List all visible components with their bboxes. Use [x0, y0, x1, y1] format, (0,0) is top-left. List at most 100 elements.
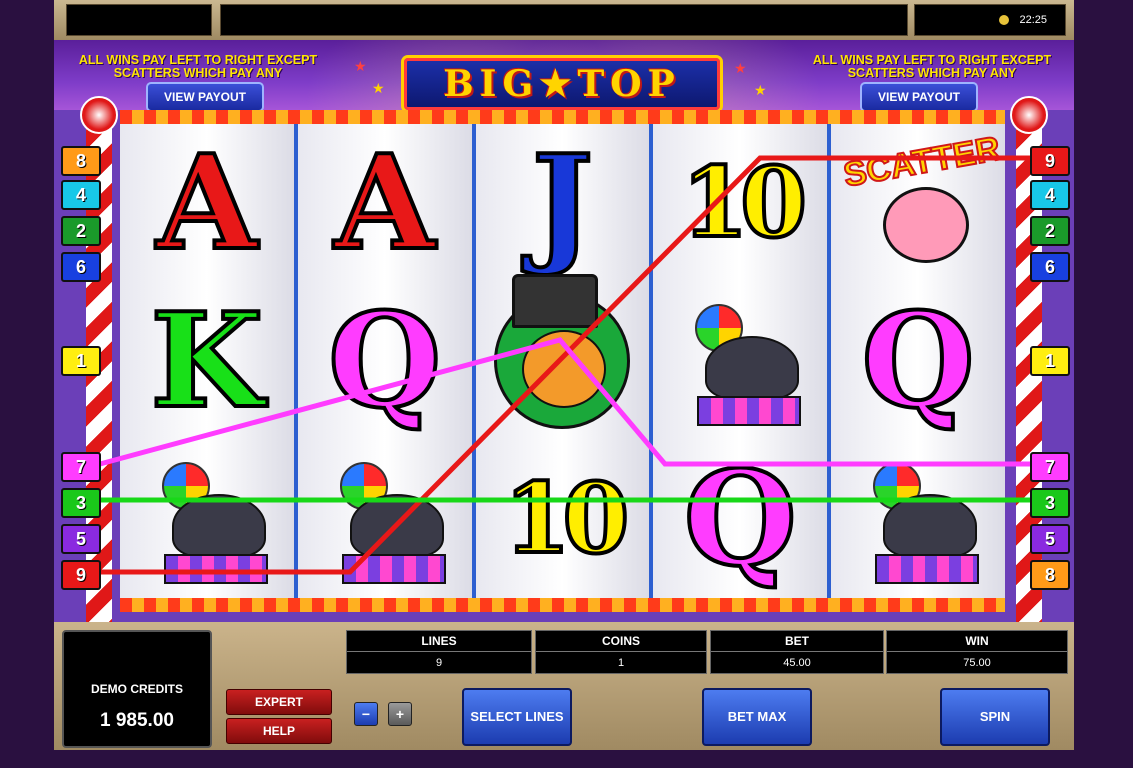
- win-display: WIN 75.00: [886, 630, 1068, 674]
- seal-body: [171, 494, 266, 558]
- line-badge-right-1[interactable]: 1: [1030, 346, 1070, 376]
- game-header: ALL WINS PAY LEFT TO RIGHT EXCEPT SCATTE…: [54, 40, 1074, 110]
- awning-top: [120, 110, 1005, 124]
- coins-label: COINS: [536, 631, 706, 652]
- line-badge-left-7[interactable]: 7: [61, 452, 101, 482]
- spin-button[interactable]: SPIN: [940, 688, 1050, 746]
- pedestal: [163, 554, 268, 584]
- rule-text-left: ALL WINS PAY LEFT TO RIGHT EXCEPT SCATTE…: [78, 53, 318, 80]
- line-badge-left-3[interactable]: 3: [61, 488, 101, 518]
- expert-button[interactable]: EXPERT: [226, 689, 332, 715]
- seal-symbol: [142, 454, 272, 584]
- seal-symbol: [675, 296, 805, 426]
- card-symbol-a: A: [332, 126, 437, 279]
- coins-display: COINS 1: [535, 630, 707, 674]
- star-icon: ★: [734, 60, 747, 76]
- card-symbol-q: Q: [326, 284, 443, 437]
- reel-cell: [831, 440, 1005, 598]
- view-payout-button-left[interactable]: VIEW PAYOUT: [146, 82, 264, 110]
- reel-cell: J: [476, 124, 650, 282]
- card-symbol-q: Q: [682, 442, 799, 595]
- line-badge-left-4[interactable]: 4: [61, 180, 101, 210]
- pedestal: [697, 396, 802, 426]
- help-button[interactable]: HELP: [226, 718, 332, 744]
- reel-cell: [120, 440, 294, 598]
- credits-label: DEMO CREDITS: [90, 682, 183, 696]
- bet-label: BET: [711, 631, 883, 652]
- view-payout-button-right[interactable]: VIEW PAYOUT: [860, 82, 978, 110]
- lines-decrease-button[interactable]: −: [354, 702, 378, 726]
- line-badge-left-1[interactable]: 1: [61, 346, 101, 376]
- line-badge-right-4[interactable]: 4: [1030, 180, 1070, 210]
- reel-1: AK: [120, 124, 294, 598]
- credits-value: 1 985.00: [100, 710, 174, 731]
- reel-cell: SCATTER: [831, 124, 1005, 282]
- star-icon: ★: [754, 82, 767, 98]
- pole-top-right: [1010, 96, 1048, 134]
- line-badge-left-5[interactable]: 5: [61, 524, 101, 554]
- top-hat: [512, 274, 599, 328]
- seal-body: [349, 494, 444, 558]
- win-label: WIN: [887, 631, 1067, 652]
- tiger-face: [522, 330, 607, 408]
- reel-cell: 10: [476, 440, 650, 598]
- line-badge-left-8[interactable]: 8: [61, 146, 101, 176]
- reel-cell: [653, 282, 827, 440]
- reel-cell: [298, 440, 472, 598]
- reel-4: 10 Q: [649, 124, 828, 598]
- sound-icon[interactable]: [999, 15, 1010, 26]
- seal-symbol: [320, 454, 450, 584]
- top-right-display: 22:25: [914, 4, 1066, 36]
- reel-cell: Q: [653, 440, 827, 598]
- lines-value: 9: [435, 657, 443, 669]
- reels: A K A Q J 10 10 Q SCATTER Q: [120, 124, 1005, 598]
- awning-bottom: [120, 598, 1005, 612]
- win-value: 75.00: [963, 657, 991, 669]
- card-symbol-10: 10: [679, 146, 809, 259]
- pedestal: [341, 554, 446, 584]
- rule-text-right: ALL WINS PAY LEFT TO RIGHT EXCEPT SCATTE…: [812, 53, 1052, 80]
- line-badge-right-3[interactable]: 3: [1030, 488, 1070, 518]
- reel-5: SCATTER Q: [827, 124, 1005, 598]
- reel-3: J 10: [471, 124, 650, 598]
- reel-cell: A: [120, 124, 294, 282]
- line-badge-right-8[interactable]: 8: [1030, 560, 1070, 590]
- top-bar: 22:25: [54, 0, 1074, 40]
- reel-cell: Q: [831, 282, 1005, 440]
- card-symbol-j: J: [530, 126, 595, 279]
- line-badge-right-7[interactable]: 7: [1030, 452, 1070, 482]
- seal-symbol: [853, 454, 983, 584]
- select-lines-button[interactable]: SELECT LINES: [462, 688, 572, 746]
- line-badge-left-6[interactable]: 6: [61, 252, 101, 282]
- reel-cell: K: [120, 282, 294, 440]
- line-badge-left-9[interactable]: 9: [61, 560, 101, 590]
- credits-display: DEMO CREDITS 1 985.00: [62, 630, 212, 748]
- reel-cell: [476, 274, 650, 440]
- pedestal: [875, 554, 980, 584]
- scatter-text: SCATTER: [840, 129, 1004, 196]
- seal-body: [705, 336, 800, 400]
- line-badge-right-2[interactable]: 2: [1030, 216, 1070, 246]
- lines-display: LINES 9: [346, 630, 532, 674]
- lines-increase-button[interactable]: +: [388, 702, 412, 726]
- line-badge-right-6[interactable]: 6: [1030, 252, 1070, 282]
- scatter-symbol: SCATTER: [840, 129, 1004, 273]
- bet-max-button[interactable]: BET MAX: [702, 688, 812, 746]
- seal-body: [883, 494, 978, 558]
- clock: 22:25: [999, 5, 1047, 35]
- clock-time: 22:25: [1019, 14, 1047, 26]
- lines-label: LINES: [347, 631, 531, 652]
- logo-text: BIG★TOP: [443, 63, 681, 105]
- card-symbol-q: Q: [859, 284, 976, 437]
- line-badge-left-2[interactable]: 2: [61, 216, 101, 246]
- coins-value: 1: [617, 657, 625, 669]
- reel-cell: 10: [653, 124, 827, 282]
- line-badge-right-5[interactable]: 5: [1030, 524, 1070, 554]
- card-symbol-a: A: [154, 126, 259, 279]
- reel-cell: A: [298, 124, 472, 282]
- line-badge-right-9[interactable]: 9: [1030, 146, 1070, 176]
- reel-cell: Q: [298, 282, 472, 440]
- reel-2: AQ: [293, 124, 472, 598]
- game-logo: BIG★TOP: [404, 58, 720, 110]
- clown-face: [883, 187, 970, 263]
